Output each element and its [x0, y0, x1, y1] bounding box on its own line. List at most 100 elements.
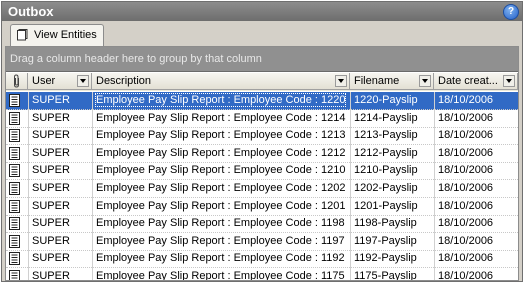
filename-cell: 1213-Payslip	[354, 129, 418, 142]
group-by-panel[interactable]: Drag a column header here to group by th…	[6, 47, 518, 72]
column-header-attachment[interactable]	[6, 73, 28, 90]
paperclip-icon	[14, 74, 19, 88]
column-divider	[28, 268, 29, 280]
document-icon	[9, 164, 20, 178]
column-divider	[28, 197, 29, 216]
table-row[interactable]: SUPER Employee Pay Slip Report : Employee…	[6, 144, 518, 163]
column-divider	[92, 180, 93, 198]
column-divider	[350, 92, 351, 110]
column-divider	[92, 92, 93, 110]
date-cell: 18/10/2006	[438, 252, 494, 265]
column-divider	[434, 144, 435, 163]
column-header-date-created[interactable]: Date creat...	[434, 73, 518, 90]
column-divider	[28, 109, 29, 128]
column-divider	[350, 215, 351, 234]
column-divider	[92, 127, 93, 146]
column-header-label: Description	[96, 75, 152, 87]
column-divider	[434, 127, 435, 146]
column-header-label: User	[32, 75, 56, 87]
description-cell: Employee Pay Slip Report : Employee Code…	[96, 146, 346, 159]
tab-label: View Entities	[34, 29, 97, 41]
page-icon	[17, 29, 28, 41]
chevron-down-icon[interactable]	[77, 75, 89, 87]
column-divider	[350, 250, 351, 269]
column-header-filename[interactable]: Filename	[350, 73, 434, 90]
description-cell: Employee Pay Slip Report : Employee Code…	[96, 164, 346, 177]
date-cell: 18/10/2006	[438, 234, 494, 247]
chevron-down-icon[interactable]	[419, 75, 431, 87]
column-divider	[92, 232, 93, 251]
chevron-down-icon[interactable]	[503, 75, 515, 87]
user-cell: SUPER	[32, 234, 70, 247]
document-icon	[9, 199, 20, 213]
column-divider	[350, 197, 351, 216]
document-icon	[9, 217, 20, 231]
user-cell: SUPER	[32, 94, 70, 106]
user-cell: SUPER	[32, 199, 70, 212]
help-icon[interactable]: ?	[503, 4, 519, 20]
window-title: Outbox	[8, 4, 54, 19]
filename-cell: 1220-Payslip	[354, 94, 418, 106]
table-row[interactable]: SUPER Employee Pay Slip Report : Employee…	[6, 215, 518, 234]
date-cell: 18/10/2006	[438, 111, 494, 124]
column-header-description[interactable]: Description	[92, 73, 350, 90]
chevron-down-icon[interactable]	[335, 75, 347, 87]
column-divider	[350, 162, 351, 181]
date-cell: 18/10/2006	[438, 199, 494, 212]
description-cell: Employee Pay Slip Report : Employee Code…	[96, 234, 345, 247]
table-row[interactable]: SUPER Employee Pay Slip Report : Employee…	[6, 109, 518, 128]
column-divider	[434, 197, 435, 216]
tab-view-entities[interactable]: View Entities	[10, 24, 104, 46]
column-divider	[92, 144, 93, 163]
column-divider	[92, 109, 93, 128]
column-divider	[28, 144, 29, 163]
column-header-user[interactable]: User	[28, 73, 92, 90]
tab-strip: View Entities	[2, 21, 522, 47]
column-divider	[28, 232, 29, 251]
column-divider	[350, 232, 351, 251]
column-divider	[434, 268, 435, 280]
entities-grid: Drag a column header here to group by th…	[5, 46, 519, 281]
user-cell: SUPER	[32, 217, 70, 230]
filename-cell: 1201-Payslip	[354, 199, 418, 212]
table-row[interactable]: SUPER Employee Pay Slip Report : Employee…	[6, 232, 518, 251]
document-icon	[9, 270, 20, 280]
column-divider	[350, 180, 351, 198]
date-cell: 18/10/2006	[438, 270, 494, 281]
document-icon	[9, 94, 20, 107]
filename-cell: 1212-Payslip	[354, 146, 418, 159]
user-cell: SUPER	[32, 252, 70, 265]
filename-cell: 1192-Payslip	[354, 252, 417, 265]
description-cell: Employee Pay Slip Report : Employee Code…	[94, 93, 347, 107]
table-row[interactable]: SUPER Employee Pay Slip Report : Employee…	[6, 162, 518, 181]
description-cell: Employee Pay Slip Report : Employee Code…	[96, 129, 346, 142]
table-row[interactable]: SUPER Employee Pay Slip Report : Employee…	[6, 92, 518, 110]
column-divider	[92, 268, 93, 280]
column-divider	[434, 92, 435, 110]
column-divider	[434, 215, 435, 234]
group-by-hint: Drag a column header here to group by th…	[10, 53, 262, 65]
table-row[interactable]: SUPER Employee Pay Slip Report : Employee…	[6, 197, 518, 216]
table-row[interactable]: SUPER Employee Pay Slip Report : Employee…	[6, 180, 518, 198]
column-divider	[434, 250, 435, 269]
table-row[interactable]: SUPER Employee Pay Slip Report : Employee…	[6, 250, 518, 269]
grid-header: User Description Filename Date creat...	[6, 73, 518, 91]
column-divider	[350, 144, 351, 163]
date-cell: 18/10/2006	[438, 182, 494, 194]
column-divider	[92, 197, 93, 216]
column-divider	[28, 180, 29, 198]
column-divider	[434, 109, 435, 128]
document-icon	[9, 146, 20, 160]
column-header-label: Filename	[354, 75, 400, 87]
column-divider	[434, 162, 435, 181]
filename-cell: 1202-Payslip	[354, 182, 418, 194]
column-divider	[92, 215, 93, 234]
date-cell: 18/10/2006	[438, 129, 494, 142]
table-row[interactable]: SUPER Employee Pay Slip Report : Employee…	[6, 127, 518, 146]
column-divider	[28, 162, 29, 181]
column-divider	[28, 250, 29, 269]
table-row[interactable]: SUPER Employee Pay Slip Report : Employee…	[6, 268, 518, 281]
user-cell: SUPER	[32, 129, 70, 142]
description-cell: Employee Pay Slip Report : Employee Code…	[96, 270, 345, 281]
date-cell: 18/10/2006	[438, 217, 494, 230]
